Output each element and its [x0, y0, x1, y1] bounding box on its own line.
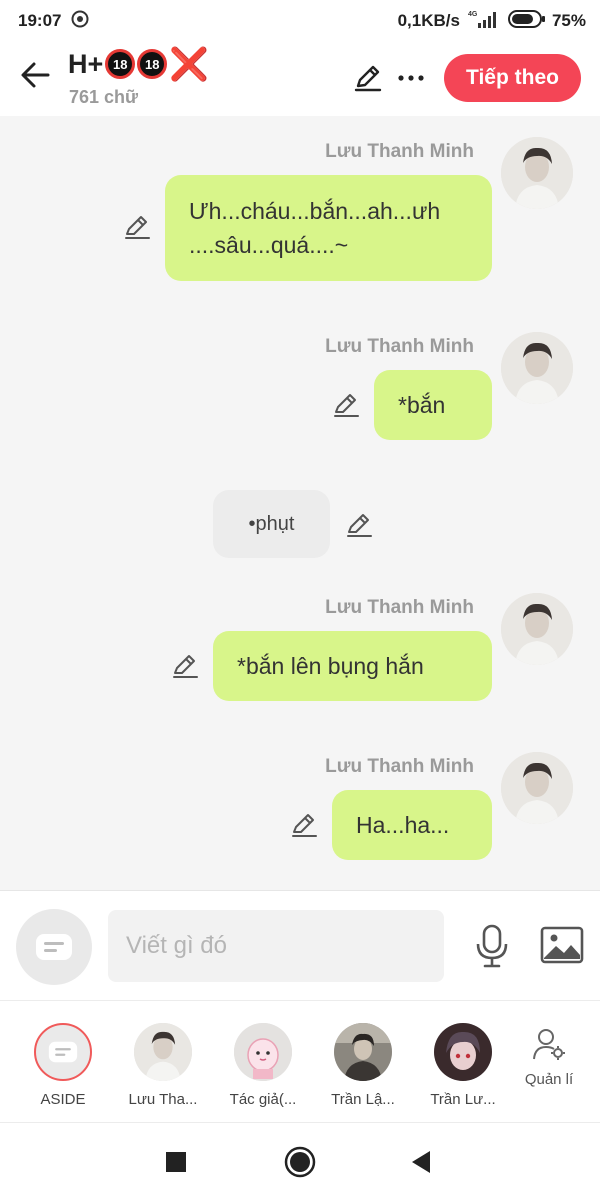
message-sender: Lưu Thanh Minh [325, 756, 474, 777]
battery-icon [507, 9, 546, 34]
home-icon[interactable] [284, 1146, 316, 1178]
character-item-tran-luu[interactable]: Trần Lư... [413, 1023, 513, 1108]
edit-pencil-icon[interactable] [289, 810, 319, 840]
character-item-luu-thanh-minh[interactable]: Lưu Tha... [113, 1023, 213, 1108]
character-label: Trần Lậ... [331, 1091, 395, 1108]
status-bar: 19:07 0,1KB/s 4G 75% [0, 0, 600, 42]
more-options-icon[interactable] [397, 66, 425, 90]
character-avatar[interactable] [501, 593, 573, 665]
message-text: *bắn lên bụng hắn [237, 652, 424, 679]
recent-apps-icon[interactable] [165, 1151, 187, 1173]
chat-area[interactable]: Lưu Thanh Minh Ưh...cháu...bắn...ah...ưh… [0, 116, 600, 890]
page-title: H+ 18 18 ❌ [68, 48, 209, 80]
character-item-tran-lap[interactable]: Trần Lậ... [313, 1023, 413, 1108]
character-label: Tác giả(... [229, 1091, 297, 1108]
message-sender: Lưu Thanh Minh [325, 141, 474, 162]
character-avatar[interactable] [501, 332, 573, 404]
character-strip: ASIDE Lưu Tha... Tác giả(... Trần Lậ... … [0, 1000, 600, 1122]
user-settings-icon [533, 1029, 565, 1060]
character-item-author[interactable]: Tác giả(... [213, 1023, 313, 1108]
message-input[interactable] [108, 910, 444, 982]
character-avatar[interactable] [501, 137, 573, 209]
manage-label: Quản lí [524, 1071, 574, 1088]
app-header: H+ 18 18 ❌ 761 chữ Tiếp theo [0, 42, 600, 116]
adult-18-icon: 18 [137, 49, 168, 79]
adult-18-icon: 18 [105, 49, 136, 79]
message-text: Ưh...cháu...bắn...ah...ưh [189, 197, 441, 224]
signal-icon: 4G [468, 9, 498, 34]
aside-chat-icon [36, 934, 72, 960]
back-arrow-icon[interactable] [18, 58, 52, 92]
image-icon[interactable] [540, 925, 584, 965]
message-sender: Lưu Thanh Minh [325, 336, 474, 357]
battery-percent: 75% [551, 11, 586, 30]
message-bubble[interactable]: Ưh...cháu...bắn...ah...ưh ....sâu...quá.… [165, 175, 492, 281]
system-message-text: •phụt [248, 513, 295, 535]
message-text: Ha...ha... [356, 811, 450, 838]
character-label: ASIDE [40, 1091, 86, 1108]
aside-avatar [34, 1023, 92, 1081]
message-composer [0, 890, 600, 1000]
aside-chat-icon [48, 1041, 78, 1063]
system-nav-bar [0, 1122, 600, 1200]
character-avatar [234, 1023, 292, 1081]
microphone-icon[interactable] [472, 924, 512, 968]
character-avatar [134, 1023, 192, 1081]
system-message-bubble[interactable]: •phụt [213, 490, 330, 558]
message-bubble[interactable]: Ha...ha... [332, 790, 492, 860]
network-speed: 0,1KB/s [397, 11, 460, 30]
aside-toggle-button[interactable] [16, 909, 92, 985]
character-label: Trần Lư... [430, 1091, 496, 1108]
edit-pencil-icon[interactable] [331, 390, 361, 420]
status-time: 19:07 [18, 11, 62, 30]
edit-pencil-icon[interactable] [122, 212, 152, 242]
character-avatar[interactable] [501, 752, 573, 824]
next-button[interactable]: Tiếp theo [444, 54, 581, 102]
character-avatar [434, 1023, 492, 1081]
message-bubble[interactable]: *bắn [374, 370, 492, 440]
message-text: ....sâu...quá....~ [189, 232, 349, 258]
character-label: Lưu Tha... [128, 1091, 198, 1108]
target-icon [71, 10, 89, 33]
back-triangle-icon[interactable] [410, 1150, 432, 1174]
message-sender: Lưu Thanh Minh [325, 597, 474, 618]
message-text: *bắn [398, 391, 446, 418]
message-bubble[interactable]: *bắn lên bụng hắn [213, 631, 492, 701]
cross-mark-icon: ❌ [169, 46, 210, 82]
edit-pencil-icon[interactable] [352, 62, 384, 94]
character-avatar [334, 1023, 392, 1081]
character-item-aside[interactable]: ASIDE [13, 1023, 113, 1108]
word-count: 761 chữ [69, 87, 139, 107]
edit-pencil-icon[interactable] [170, 651, 200, 681]
svg-text:4G: 4G [468, 11, 478, 18]
title-text: H+ [68, 48, 104, 79]
manage-characters-button[interactable]: Quản lí [514, 1027, 584, 1088]
edit-pencil-icon[interactable] [344, 510, 374, 540]
